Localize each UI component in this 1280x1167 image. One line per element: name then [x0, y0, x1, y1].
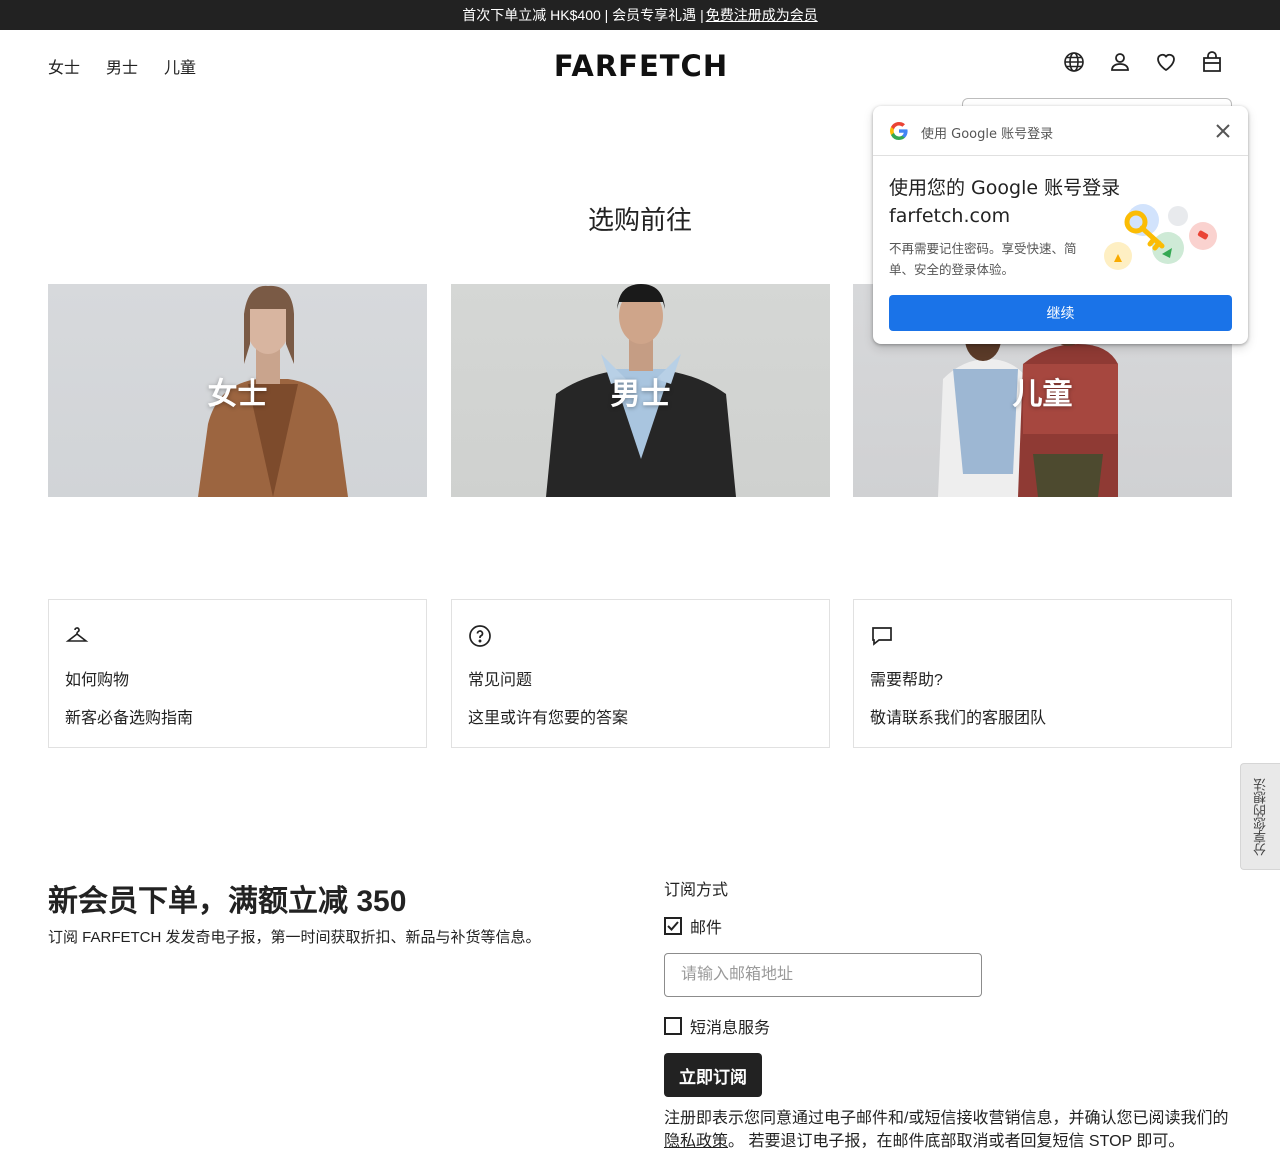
help-card-title: 如何购物 [65, 672, 130, 689]
nav-women[interactable]: 女士 [48, 54, 80, 78]
promo-bar: 首次下单立减 HK$400 | 会员专享礼遇 | 免费注册成为会员 [0, 0, 1280, 30]
google-continue-button[interactable]: 继续 [889, 295, 1232, 331]
globe-icon[interactable] [1062, 50, 1086, 74]
help-card-how-to-shop[interactable]: 如何购物 新客必备选购指南 [48, 599, 427, 748]
nav-kids[interactable]: 儿童 [164, 54, 196, 78]
google-popup-header: 使用 Google 账号登录 [873, 106, 1248, 156]
google-signin-popup: 使用 Google 账号登录 使用您的 Google 账号登录 farfetch… [873, 106, 1248, 344]
category-men-tile[interactable]: 男士 [451, 284, 830, 497]
google-popup-header-text: 使用 Google 账号登录 [921, 127, 1054, 142]
question-icon [468, 624, 492, 648]
help-card-title: 常见问题 [468, 672, 533, 689]
promo-text: 首次下单立减 HK$400 | 会员专享礼遇 | [462, 7, 704, 23]
help-card-title: 需要帮助? [870, 672, 943, 689]
sms-option-label: 短消息服务 [690, 1020, 771, 1037]
newsletter-terms: 注册即表示您同意通过电子邮件和/或短信接收营销信息，并确认您已阅读我们的隐私政策… [664, 1107, 1240, 1153]
email-input[interactable] [664, 953, 982, 997]
bag-icon[interactable] [1200, 50, 1224, 74]
help-card-contact[interactable]: 需要帮助? 敬请联系我们的客服团队 [853, 599, 1232, 748]
terms-text: 注册即表示您同意通过电子邮件和/或短信接收营销信息，并确认您已阅读我们的 [664, 1110, 1229, 1127]
chat-icon [870, 624, 894, 648]
category-women-label: 女士 [207, 377, 268, 411]
site-header: 女士 男士 儿童 FARFETCH [0, 30, 1280, 98]
nav-men[interactable]: 男士 [106, 54, 138, 78]
subscribe-button[interactable]: 立即订阅 [664, 1053, 762, 1097]
main-nav: 女士 男士 儿童 [48, 54, 196, 78]
hanger-icon [65, 624, 89, 648]
key-illustration-icon [1098, 198, 1223, 278]
email-option[interactable]: 邮件 [664, 914, 722, 938]
account-icon[interactable] [1108, 50, 1132, 74]
privacy-policy-link[interactable]: 隐私政策 [664, 1133, 728, 1150]
sms-checkbox[interactable] [664, 1017, 682, 1035]
feedback-tab-label: 分享您的想法 [1253, 777, 1268, 856]
help-card-faq[interactable]: 常见问题 这里或许有您要的答案 [451, 599, 830, 748]
newsletter-title: 新会员下单，满额立减 350 [48, 885, 407, 918]
close-icon[interactable] [1212, 120, 1234, 142]
help-card-subtitle: 敬请联系我们的客服团队 [870, 710, 1047, 727]
category-men-label: 男士 [610, 377, 671, 411]
google-logo-icon [889, 121, 909, 141]
sms-option[interactable]: 短消息服务 [664, 1014, 770, 1038]
terms-text-after: 。 若要退订电子报，在邮件底部取消或者回复短信 STOP 即可。 [728, 1133, 1185, 1150]
category-women-tile[interactable]: 女士 [48, 284, 427, 497]
heart-icon[interactable] [1154, 50, 1178, 74]
subscription-method-label: 订阅方式 [664, 882, 729, 899]
farfetch-logo[interactable]: FARFETCH [540, 46, 742, 86]
email-checkbox[interactable] [664, 917, 682, 935]
header-icons [1062, 50, 1224, 74]
help-card-subtitle: 这里或许有您要的答案 [468, 710, 629, 727]
feedback-tab[interactable]: 分享您的想法 [1240, 763, 1280, 870]
google-popup-description: 不再需要记住密码。享受快速、简单、安全的登录体验。 [889, 241, 1077, 277]
newsletter-subtitle: 订阅 FARFETCH 发发奇电子报，第一时间获取折扣、新品与补货等信息。 [48, 929, 541, 946]
help-card-subtitle: 新客必备选购指南 [65, 710, 194, 727]
email-option-label: 邮件 [690, 920, 723, 937]
register-link[interactable]: 免费注册成为会员 [706, 5, 818, 25]
